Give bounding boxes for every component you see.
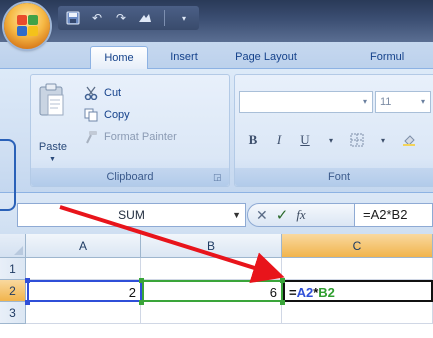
redo-icon[interactable]: ↷	[110, 8, 132, 28]
formula-equals: =	[289, 285, 297, 300]
clipboard-highlight-box	[0, 139, 16, 211]
worksheet-grid: A B C 1 2 3 2 6 =A2*B2	[0, 234, 433, 338]
font-name-dropdown[interactable]: ▾	[239, 91, 373, 113]
row-header-3[interactable]: 3	[0, 302, 26, 324]
borders-dropdown-icon[interactable]: ▾	[371, 129, 395, 151]
cell-a3[interactable]	[26, 302, 141, 324]
copy-label: Copy	[104, 109, 130, 121]
tab-formulas[interactable]: Formul	[330, 46, 433, 69]
borders-icon[interactable]	[345, 129, 369, 151]
cell-b2[interactable]: 6	[142, 280, 283, 302]
cell-a2[interactable]: 2	[27, 280, 142, 302]
range-handle-a2-tl[interactable]	[25, 278, 30, 283]
office-button[interactable]	[4, 3, 50, 49]
column-header-b[interactable]: B	[141, 234, 282, 258]
save-icon[interactable]	[62, 8, 84, 28]
clipboard-group: Paste ▼ Cut Copy Format Painter Clipboar…	[30, 74, 230, 187]
name-box-dropdown-icon[interactable]: ▼	[232, 204, 241, 226]
paste-button[interactable]: Paste	[33, 141, 73, 153]
font-size-dropdown-icon: ▾	[420, 97, 425, 106]
cell-c1[interactable]	[282, 258, 433, 280]
bold-button[interactable]: B	[241, 129, 265, 151]
scissors-icon	[83, 85, 99, 101]
range-handle-a2-bl[interactable]	[25, 300, 30, 305]
ribbon: Paste ▼ Cut Copy Format Painter Clipboar…	[0, 69, 433, 193]
cell-b3[interactable]	[141, 302, 282, 324]
formula-ref-b2: B2	[318, 285, 335, 300]
name-box[interactable]: SUM ▼	[17, 203, 246, 227]
format-painter-button[interactable]: Format Painter	[83, 127, 177, 147]
cut-label: Cut	[104, 87, 122, 99]
clipboard-group-label: Clipboard	[31, 168, 229, 186]
enter-checkmark-icon[interactable]: ✓	[276, 206, 289, 224]
font-group-label: Font	[235, 168, 433, 186]
qat-separator	[164, 10, 165, 26]
cancel-icon[interactable]: ✕	[256, 207, 268, 224]
clipboard-dialog-launcher-icon[interactable]: ◲	[213, 172, 224, 183]
copy-button[interactable]: Copy	[83, 105, 130, 125]
row-header-2[interactable]: 2	[0, 280, 26, 302]
tab-home[interactable]: Home	[90, 46, 148, 69]
format-painter-label: Format Painter	[104, 131, 177, 143]
ribbon-tabs: Home Insert Page Layout Formul	[0, 42, 433, 69]
range-handle-b2-bl[interactable]	[139, 300, 144, 305]
font-size-dropdown[interactable]: 11 ▾	[375, 91, 431, 113]
underline-button[interactable]: U	[293, 129, 317, 151]
quick-access-toolbar: ↶ ↷ ▾	[58, 6, 199, 30]
underline-dropdown-icon[interactable]: ▾	[319, 129, 343, 151]
tab-page-layout[interactable]: Page Layout	[218, 46, 314, 69]
formula-ref-a2: A2	[296, 285, 314, 300]
range-handle-b2-tr[interactable]	[280, 278, 285, 283]
fill-color-icon[interactable]	[397, 129, 421, 151]
cut-button[interactable]: Cut	[83, 83, 121, 103]
font-format-row: B I U ▾ ▾	[241, 129, 421, 153]
insert-shape-icon[interactable]	[134, 8, 156, 28]
undo-icon[interactable]: ↶	[86, 8, 108, 28]
paste-icon[interactable]	[39, 83, 65, 117]
cell-b1[interactable]	[141, 258, 282, 280]
customize-icon[interactable]: ▾	[173, 8, 195, 28]
office-logo-icon	[17, 15, 38, 36]
formula-bar: SUM ▼ ✕ ✓ fx =A2*B2	[0, 193, 433, 234]
title-bar: ↶ ↷ ▾	[0, 0, 433, 42]
select-all-corner[interactable]	[0, 234, 26, 258]
format-painter-icon	[83, 129, 99, 145]
font-group: ▾ 11 ▾ B I U ▾ ▾ Font	[234, 74, 433, 187]
font-name-dropdown-icon: ▾	[362, 97, 367, 106]
formula-input[interactable]: =A2*B2	[355, 203, 433, 227]
paste-dropdown-icon[interactable]: ▼	[49, 156, 56, 163]
italic-button[interactable]: I	[267, 129, 291, 151]
range-handle-b2-br[interactable]	[280, 300, 285, 305]
tab-insert[interactable]: Insert	[156, 46, 212, 69]
cell-a1[interactable]	[26, 258, 141, 280]
insert-function-icon[interactable]: fx	[296, 207, 305, 223]
range-handle-b2-tl[interactable]	[139, 278, 144, 283]
cell-c2[interactable]: =A2*B2	[283, 280, 433, 302]
row-header-1[interactable]: 1	[0, 258, 26, 280]
copy-icon	[83, 107, 99, 123]
formula-buttons: ✕ ✓ fx	[247, 203, 355, 227]
cell-c3[interactable]	[282, 302, 433, 324]
name-box-value: SUM	[118, 208, 145, 222]
font-size-value: 11	[380, 96, 392, 108]
column-header-a[interactable]: A	[26, 234, 141, 258]
column-header-c[interactable]: C	[282, 234, 433, 258]
